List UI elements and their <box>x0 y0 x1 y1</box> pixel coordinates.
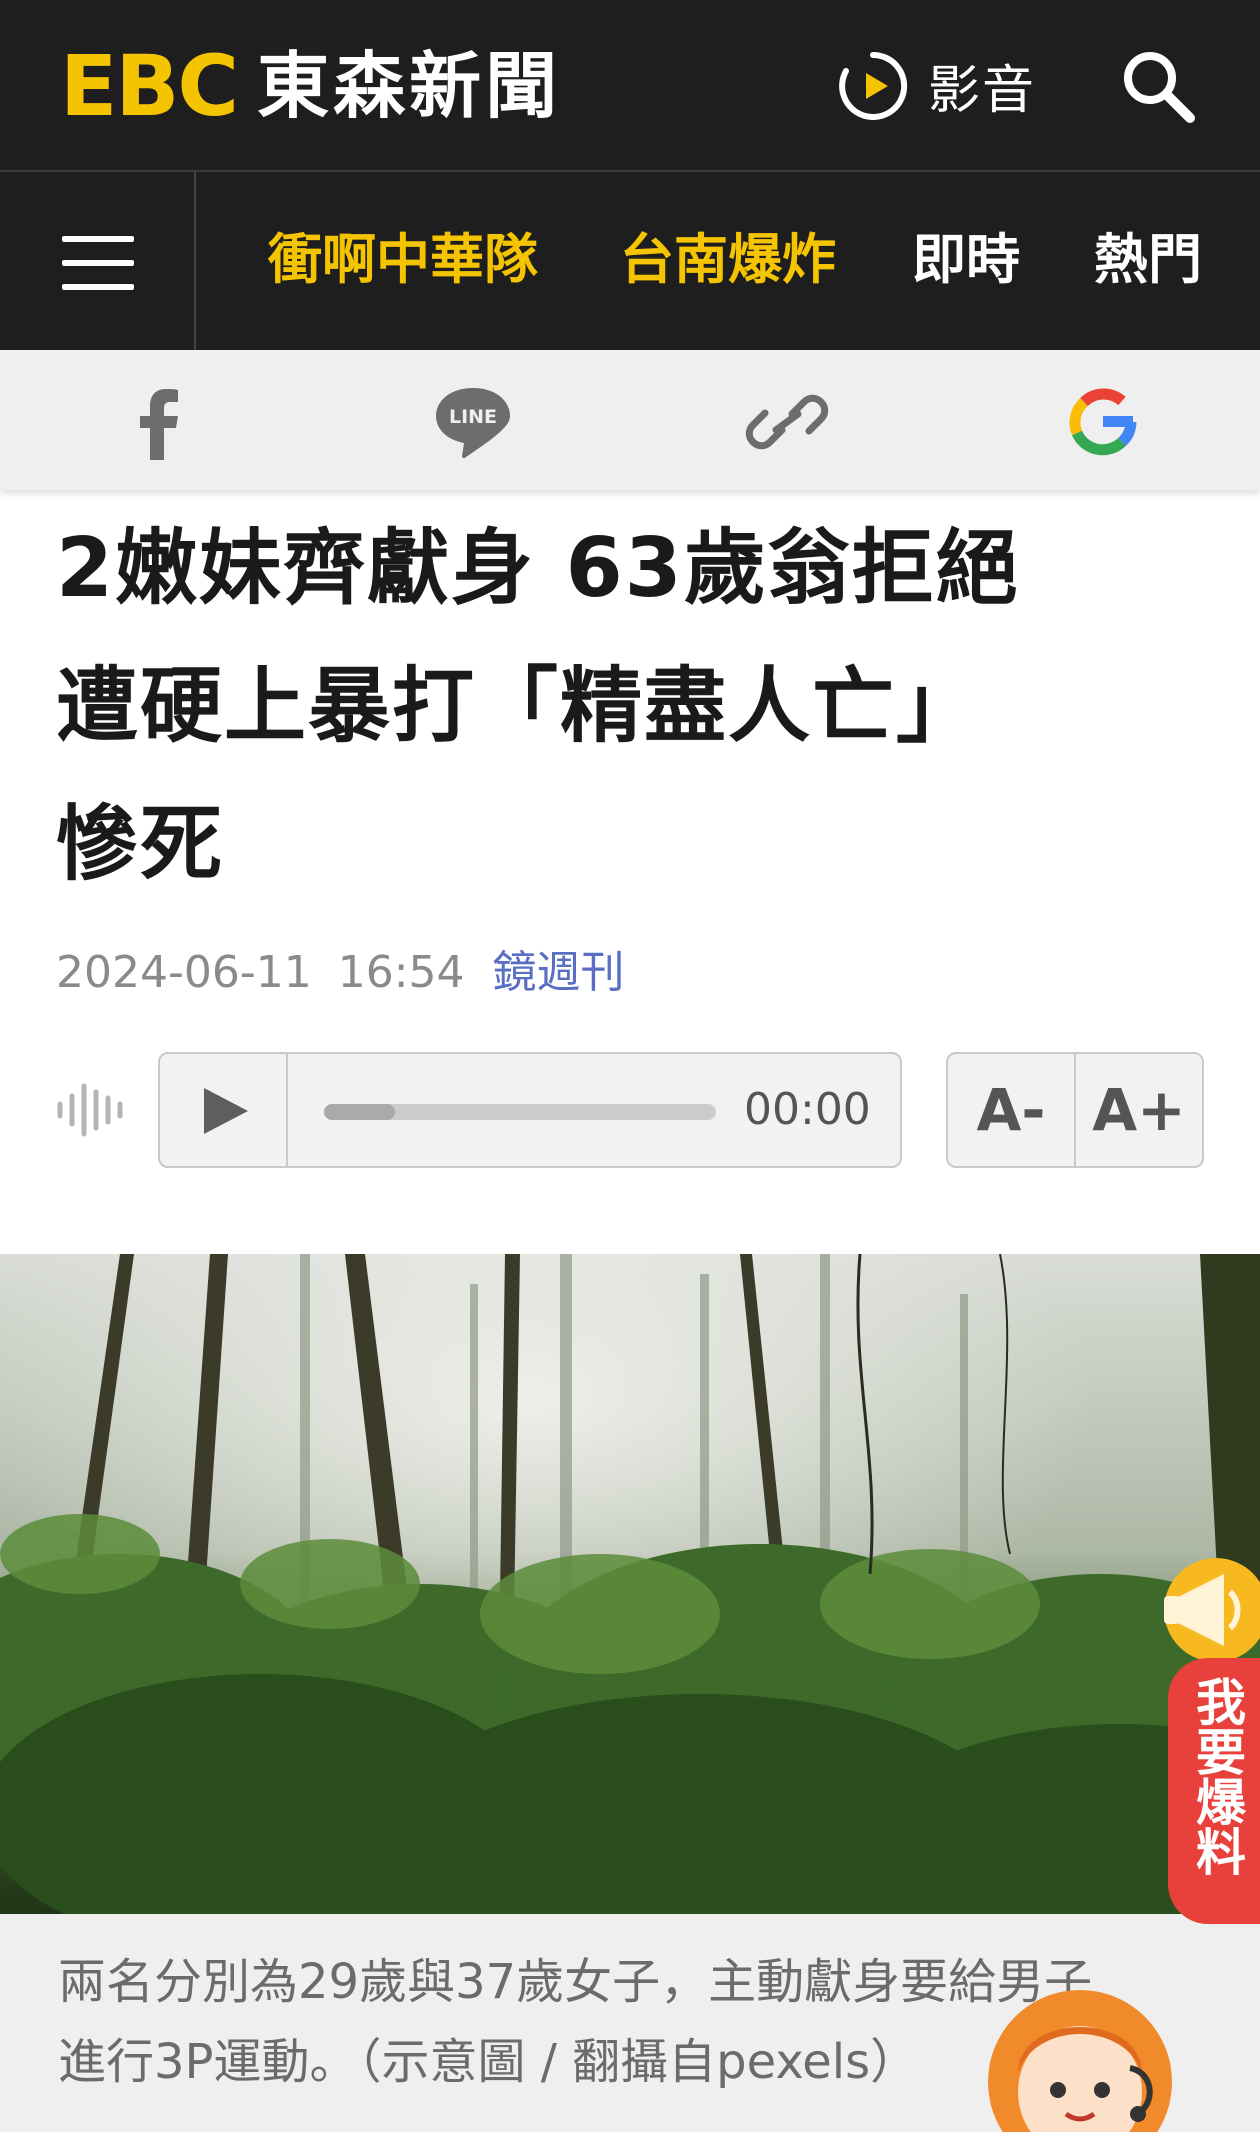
link-icon[interactable] <box>742 380 832 464</box>
menu-button[interactable] <box>0 172 196 350</box>
source-link[interactable]: 鏡週刊 <box>493 947 625 998</box>
font-size-controls: A- A+ <box>946 1052 1204 1168</box>
megaphone-icon[interactable] <box>1146 1548 1260 1668</box>
facebook-icon[interactable] <box>112 380 202 464</box>
menu-icon-bar <box>62 284 134 290</box>
top-header: EBC 東森新聞 影音 <box>0 0 1260 172</box>
font-smaller-button[interactable]: A- <box>948 1054 1076 1166</box>
audio-time: 00:00 <box>744 1084 871 1135</box>
report-label: 我要爆料 <box>1188 1676 1246 1876</box>
forest-photo <box>0 1254 1260 1914</box>
title-line: 慘死 <box>56 797 225 892</box>
category-nav: 衝啊中華隊 台南爆炸 即時 熱門 <box>0 172 1260 350</box>
menu-icon-bar <box>62 260 134 266</box>
article-photo <box>0 1254 1260 1914</box>
article-meta: 2024-06-11 16:54 鏡週刊 <box>56 936 625 1000</box>
logo-ebc: EBC <box>60 37 239 135</box>
play-button[interactable] <box>160 1054 288 1166</box>
publish-date: 2024-06-11 <box>56 947 312 998</box>
logo-site-name: 東森新聞 <box>257 44 562 128</box>
audio-player: 00:00 <box>158 1052 902 1168</box>
menu-icon-bar <box>62 236 134 242</box>
assistant-avatar-icon[interactable] <box>980 1972 1180 2132</box>
google-icon[interactable] <box>1058 380 1148 464</box>
play-circle-icon <box>839 51 908 120</box>
share-bar: LINE <box>0 350 1260 490</box>
font-larger-button[interactable]: A+ <box>1076 1054 1202 1166</box>
report-news-button[interactable]: 我要爆料 <box>1168 1658 1260 1924</box>
sound-wave-icon <box>57 1083 123 1137</box>
line-share-button[interactable]: LINE <box>428 380 518 464</box>
audio-progress-bar[interactable] <box>324 1104 716 1120</box>
title-line: 2嫩妹齊獻身 63歲翁拒絕 <box>56 521 1020 616</box>
nav-item-team-taiwan[interactable]: 衝啊中華隊 <box>268 228 538 292</box>
media-button[interactable]: 影音 <box>836 48 1036 123</box>
publish-time: 16:54 <box>337 947 465 998</box>
line-icon: LINE <box>436 388 510 459</box>
audio-progress-fill <box>324 1104 395 1120</box>
nav-item-popular[interactable]: 熱門 <box>1094 228 1202 292</box>
svg-text:LINE: LINE <box>449 406 497 428</box>
site-logo[interactable]: EBC 東森新聞 <box>60 37 562 135</box>
title-line: 遭硬上暴打「精盡人亡」 <box>56 659 981 754</box>
article-title: 2嫩妹齊獻身 63歲翁拒絕 遭硬上暴打「精盡人亡」 慘死 <box>56 500 1216 914</box>
nav-item-realtime[interactable]: 即時 <box>912 228 1020 292</box>
nav-item-tainan-explosion[interactable]: 台南爆炸 <box>620 228 836 292</box>
search-icon[interactable] <box>1116 44 1200 128</box>
media-label: 影音 <box>928 61 1037 121</box>
